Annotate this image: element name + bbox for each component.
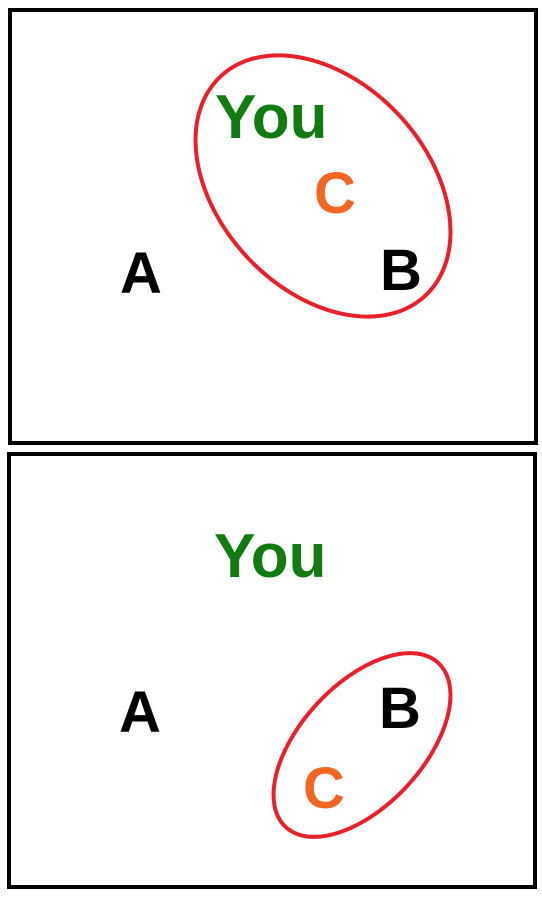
- node-a-label: A: [119, 680, 161, 745]
- node-a-label: A: [120, 241, 162, 306]
- diagram-panel-top: You C A B: [8, 8, 538, 445]
- node-b-label: B: [380, 238, 422, 303]
- group-ellipse-top: [193, 53, 453, 319]
- you-label: You: [214, 522, 327, 591]
- group-outline: [271, 651, 453, 839]
- diagram-panel-bottom: You A B C: [7, 452, 537, 889]
- node-c-label: C: [314, 161, 356, 226]
- node-c-label: C: [303, 756, 345, 821]
- node-b-label: B: [379, 676, 421, 741]
- you-label: You: [215, 83, 328, 152]
